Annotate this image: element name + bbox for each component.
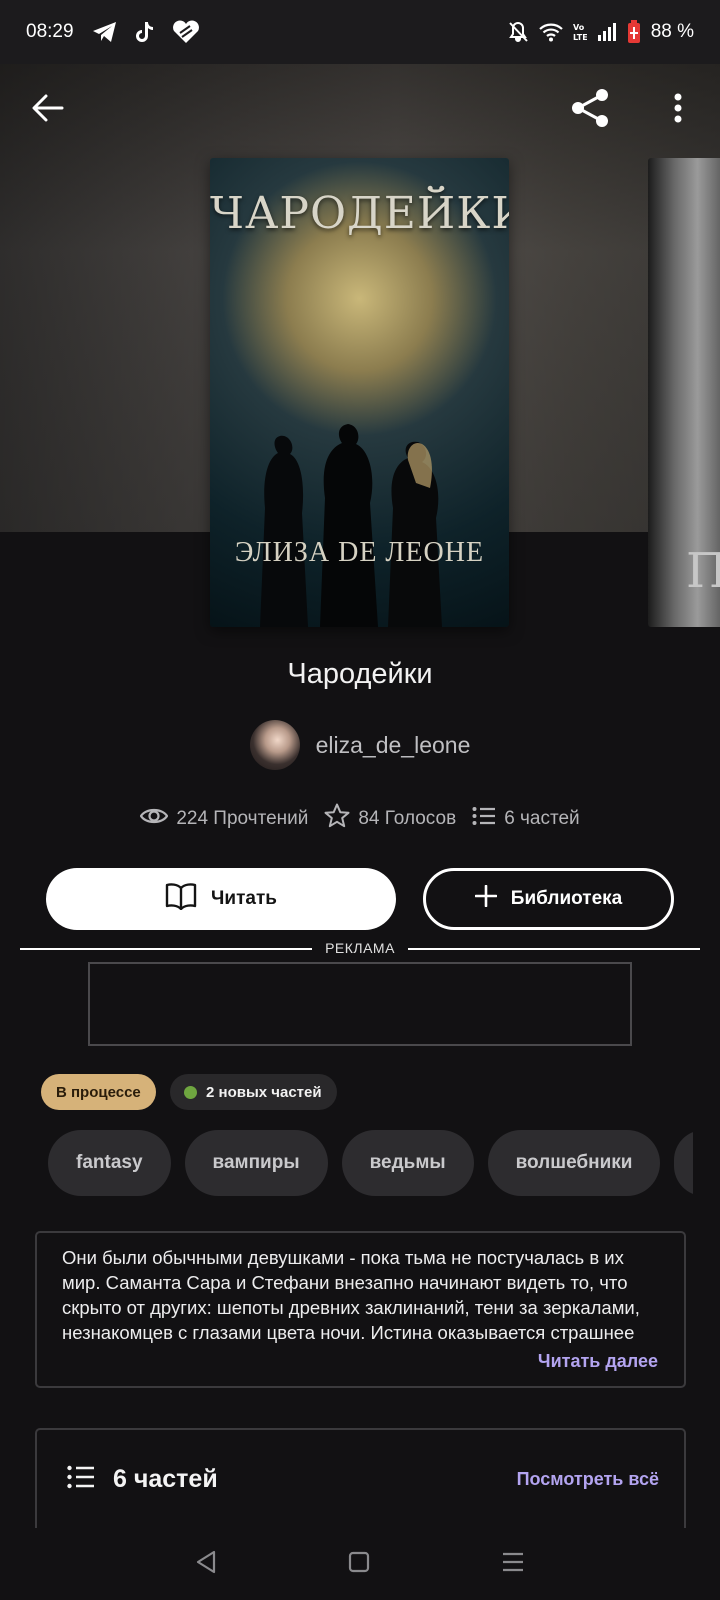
tags-list[interactable]: fantasy вампиры ведьмы волшебники — [48, 1130, 693, 1196]
votes-stat: 84 Голосов — [324, 803, 456, 835]
parts-card-title: 6 частей — [113, 1464, 218, 1493]
share-icon — [569, 87, 611, 134]
wifi-icon — [538, 22, 563, 42]
more-menu-button[interactable] — [654, 86, 702, 134]
reads-count: 224 Прочтений — [176, 808, 309, 829]
library-button-label: Библиотека — [510, 888, 623, 909]
book-cover[interactable]: ЧАРОДЕЙКИ ЭЛИЗА DE ЛЕОНЕ — [210, 158, 509, 627]
new-parts-badge: 2 новых частей — [170, 1074, 337, 1110]
system-nav-bar — [0, 1528, 720, 1600]
new-parts-label: 2 новых частей — [206, 1083, 322, 1101]
list-icon — [67, 1465, 95, 1494]
star-icon — [324, 803, 350, 835]
tag-chip[interactable]: fantasy — [48, 1130, 171, 1196]
author-link[interactable]: eliza_de_leone — [0, 720, 720, 770]
tag-chip-partial[interactable] — [674, 1130, 693, 1196]
green-dot-icon — [184, 1085, 197, 1099]
next-book-cover[interactable]: П — [648, 158, 720, 627]
tiktok-icon — [135, 21, 154, 43]
back-button[interactable] — [24, 86, 72, 134]
reads-stat: 224 Прочтений — [140, 806, 308, 832]
more-vert-icon — [674, 93, 682, 128]
svg-text:Vo: Vo — [573, 23, 585, 32]
ad-divider-left — [20, 948, 312, 950]
book-stats: 224 Прочтений 84 Голосов 6 частей — [0, 803, 720, 835]
heart-icon — [172, 20, 200, 44]
share-button[interactable] — [566, 86, 614, 134]
author-name: eliza_de_leone — [315, 731, 471, 758]
next-cover-letter: П — [686, 543, 720, 599]
status-time: 08:29 — [26, 21, 74, 42]
see-all-link[interactable]: Посмотреть всё — [517, 1469, 659, 1490]
nav-recents-button[interactable] — [501, 1551, 525, 1578]
cover-figures-illustration — [260, 424, 442, 627]
cover-title: ЧАРОДЕЙКИ — [210, 188, 509, 239]
parts-count: 6 частей — [504, 808, 580, 829]
votes-count: 84 Голосов — [358, 808, 457, 829]
eye-icon — [140, 806, 169, 832]
read-button[interactable]: Читать — [46, 868, 396, 930]
tag-chip[interactable]: волшебники — [487, 1130, 661, 1196]
read-more-link[interactable]: Читать далее — [538, 1351, 658, 1372]
signal-icon — [597, 22, 617, 42]
volte-icon: Vo LTE — [573, 22, 587, 42]
read-button-label: Читать — [211, 888, 277, 909]
ad-slot[interactable] — [88, 962, 632, 1046]
mute-icon — [507, 21, 529, 43]
book-title: Чародейки — [287, 658, 433, 690]
list-icon — [472, 806, 496, 832]
status-badge: В процессе — [41, 1074, 156, 1110]
arrow-back-icon — [32, 94, 64, 127]
description-text: Они были обычными девушками - пока тьма … — [62, 1247, 640, 1343]
tag-chip[interactable]: вампиры — [184, 1130, 328, 1196]
avatar — [249, 720, 300, 770]
plus-icon — [474, 884, 498, 913]
battery-icon — [627, 20, 641, 44]
telegram-icon — [92, 21, 118, 43]
svg-text:LTE: LTE — [573, 33, 587, 42]
tag-chip[interactable]: ведьмы — [341, 1130, 474, 1196]
nav-home-button[interactable] — [348, 1551, 370, 1578]
add-to-library-button[interactable]: Библиотека — [423, 868, 674, 930]
book-open-icon — [165, 882, 197, 916]
parts-stat: 6 частей — [472, 806, 580, 832]
parts-card: 6 частей Посмотреть всё — [35, 1428, 686, 1528]
ad-divider-right — [408, 948, 700, 950]
status-bar: 08:29 Vo LTE 88 % — [0, 0, 720, 64]
description-card: Они были обычными девушками - пока тьма … — [35, 1231, 686, 1388]
ad-label: РЕКЛАМА — [325, 940, 395, 956]
battery-level: 88 % — [650, 21, 694, 42]
cover-author: ЭЛИЗА DE ЛЕОНЕ — [234, 537, 485, 568]
nav-back-button[interactable] — [195, 1550, 217, 1579]
